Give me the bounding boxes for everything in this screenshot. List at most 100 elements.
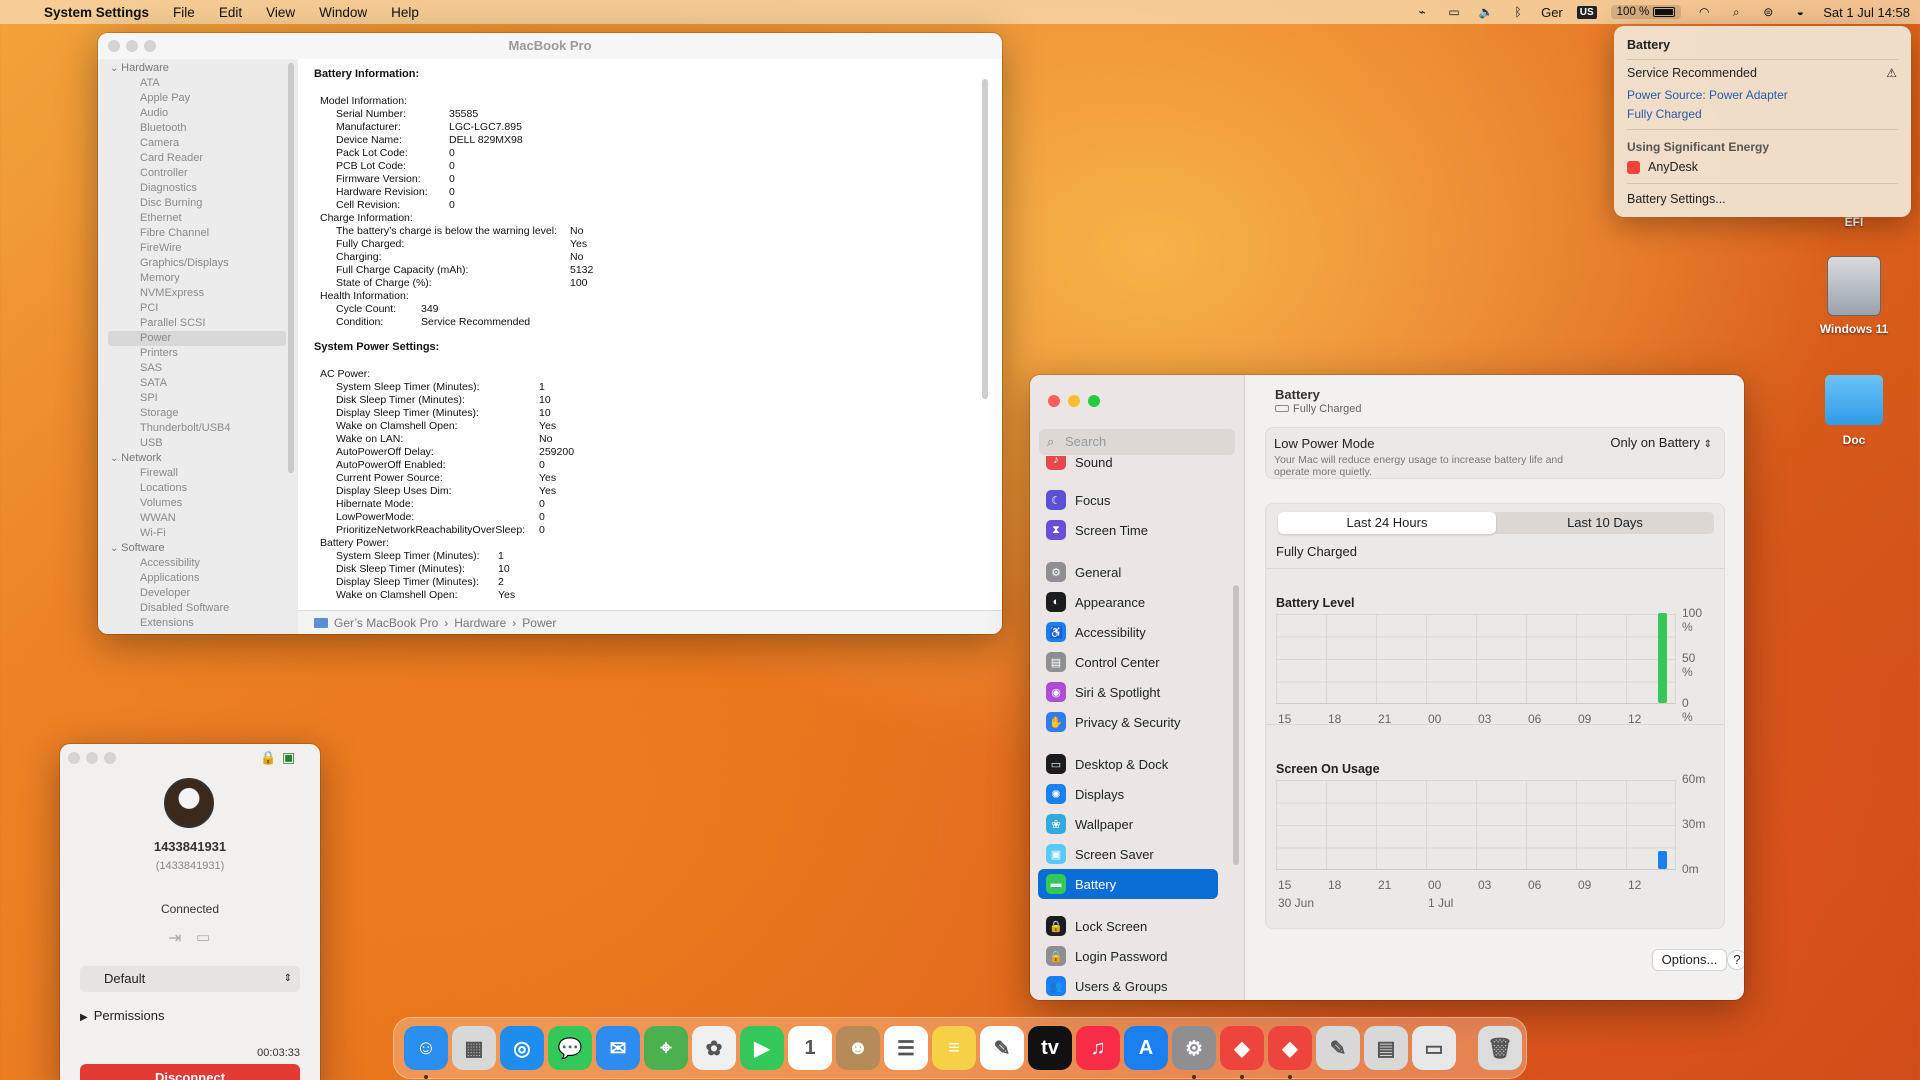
disclosure-chevron-icon[interactable]: ⌄: [110, 63, 121, 74]
energy-app-item[interactable]: AnyDesk: [1627, 160, 1698, 174]
volume-icon[interactable]: 🔈: [1477, 5, 1495, 19]
sidebar-item-control-center[interactable]: ▤ Control Center: [1038, 647, 1218, 677]
menu-edit[interactable]: Edit: [207, 5, 254, 20]
dock-launchpad-icon[interactable]: ▦: [452, 1026, 496, 1070]
sidebar-item[interactable]: SATA: [98, 376, 298, 391]
sidebar-item[interactable]: Disabled Software: [98, 601, 298, 616]
sidebar-item-login-password[interactable]: 🔒 Login Password: [1038, 941, 1218, 971]
zoom-button[interactable]: [104, 752, 116, 764]
sidebar-item-screen-saver[interactable]: ▣ Screen Saver: [1038, 839, 1218, 869]
sidebar-item[interactable]: Printers: [98, 346, 298, 361]
sidebar-scrollbar[interactable]: [288, 63, 294, 473]
sidebar-item[interactable]: Parallel SCSI: [98, 316, 298, 331]
dock-notes-icon[interactable]: ≡: [932, 1026, 976, 1070]
close-button[interactable]: [68, 752, 80, 764]
sidebar-item[interactable]: WWAN: [98, 511, 298, 526]
sidebar-item[interactable]: Extensions: [98, 616, 298, 631]
dock-automator-icon[interactable]: ▤: [1364, 1026, 1408, 1070]
menu-window[interactable]: Window: [307, 5, 379, 20]
sidebar-item[interactable]: Diagnostics: [98, 181, 298, 196]
battery-menu[interactable]: 100 %: [1610, 5, 1682, 19]
sidebar-item-siri-spotlight[interactable]: ◉ Siri & Spotlight: [1038, 677, 1218, 707]
chat-icon[interactable]: ▭: [196, 928, 210, 946]
options-button[interactable]: Options...: [1652, 949, 1727, 971]
sidebar-item[interactable]: Developer: [98, 586, 298, 601]
bluetooth-icon[interactable]: ᛒ: [1509, 5, 1527, 19]
help-button[interactable]: ?: [1727, 950, 1744, 970]
sidebar-item[interactable]: Disc Burning: [98, 196, 298, 211]
dock-system-settings-icon[interactable]: ⚙: [1172, 1026, 1216, 1070]
sidebar-item[interactable]: FireWire: [98, 241, 298, 256]
spotlight-icon[interactable]: ⌕: [1727, 5, 1745, 19]
sidebar-item[interactable]: Audio: [98, 106, 298, 121]
sidebar-item[interactable]: ATA: [98, 76, 298, 91]
dock-maps-icon[interactable]: ⌖: [644, 1026, 688, 1070]
tab-last-24-hours[interactable]: Last 24 Hours: [1278, 512, 1496, 534]
low-power-select[interactable]: Only on Battery ⇕: [1610, 435, 1712, 450]
sidebar-item[interactable]: SAS: [98, 361, 298, 376]
sidebar-item[interactable]: Graphics/Displays: [98, 256, 298, 271]
sidebar-item-wallpaper[interactable]: ❀ Wallpaper: [1038, 809, 1218, 839]
tab-last-10-days[interactable]: Last 10 Days: [1496, 512, 1714, 534]
menu-file[interactable]: File: [161, 5, 207, 20]
sidebar-scrollbar[interactable]: [1233, 585, 1239, 865]
close-button[interactable]: [1048, 395, 1060, 407]
sidebar-item-accessibility[interactable]: ♿ Accessibility: [1038, 617, 1218, 647]
dock-reminders-icon[interactable]: ☰: [884, 1026, 928, 1070]
sidebar-item-displays[interactable]: ✺ Displays: [1038, 779, 1218, 809]
menu-clock[interactable]: Sat 1 Jul 14:58: [1823, 5, 1910, 20]
dock-preview-icon[interactable]: ▭: [1412, 1026, 1456, 1070]
sidebar-item[interactable]: Thunderbolt/USB4: [98, 421, 298, 436]
dock-contacts-icon[interactable]: ☻: [836, 1026, 880, 1070]
dock-photos-icon[interactable]: ✿: [692, 1026, 736, 1070]
keyboard-layout-badge[interactable]: US: [1576, 5, 1597, 19]
minimize-button[interactable]: [1068, 395, 1080, 407]
sidebar-item[interactable]: NVMExpress: [98, 286, 298, 301]
sidebar-item[interactable]: Locations: [98, 481, 298, 496]
sidebar-group[interactable]: ⌄ Software: [98, 541, 298, 556]
sidebar-group[interactable]: ⌄ Network: [98, 451, 298, 466]
sidebar-item-appearance[interactable]: ◐ Appearance: [1038, 587, 1218, 617]
menu-help[interactable]: Help: [379, 5, 431, 20]
sidebar-item[interactable]: Storage: [98, 406, 298, 421]
sidebar-item[interactable]: Bluetooth: [98, 121, 298, 136]
input-language[interactable]: Ger: [1541, 5, 1563, 20]
sidebar-item[interactable]: Wi-Fi: [98, 526, 298, 541]
sidebar-item[interactable]: SPI: [98, 391, 298, 406]
zoom-button[interactable]: [144, 40, 156, 52]
sidebar-item-desktop-dock[interactable]: ▭ Desktop & Dock: [1038, 749, 1218, 779]
sidebar-item-general[interactable]: ⚙ General: [1038, 557, 1218, 587]
desktop-icon-windows-11[interactable]: Windows 11: [1809, 256, 1899, 336]
sidebar-item-battery[interactable]: ▬ Battery: [1038, 869, 1218, 899]
notification-icon[interactable]: ◒: [1791, 5, 1809, 19]
file-transfer-icon[interactable]: ⇥: [168, 928, 181, 948]
disconnect-button[interactable]: Disconnect: [80, 1064, 300, 1080]
dock-freeform-icon[interactable]: ✎: [980, 1026, 1024, 1070]
sidebar-item-focus[interactable]: ☾ Focus: [1038, 485, 1218, 515]
sidebar-item-lock-screen[interactable]: 🔒 Lock Screen: [1038, 911, 1218, 941]
sidebar-item[interactable]: Memory: [98, 271, 298, 286]
minimize-button[interactable]: [86, 752, 98, 764]
zoom-button[interactable]: [1088, 395, 1100, 407]
dock-trash-icon[interactable]: 🗑: [1478, 1026, 1522, 1070]
detail-scrollbar[interactable]: [982, 79, 988, 399]
disclosure-chevron-icon[interactable]: ⌄: [110, 453, 121, 464]
sidebar-item[interactable]: Controller: [98, 166, 298, 181]
sidebar-item-privacy-security[interactable]: ✋ Privacy & Security: [1038, 707, 1218, 737]
sidebar-item[interactable]: Volumes: [98, 496, 298, 511]
dock-script-editor-icon[interactable]: ✎: [1316, 1026, 1360, 1070]
dock-music-icon[interactable]: ♫: [1076, 1026, 1120, 1070]
sidebar-item-sound[interactable]: ♪ Sound: [1038, 456, 1218, 470]
desktop-icon-doc[interactable]: Doc: [1809, 375, 1899, 447]
sidebar-item[interactable]: Card Reader: [98, 151, 298, 166]
sidebar-item[interactable]: Firewall: [98, 466, 298, 481]
permissions-disclosure[interactable]: ▶ Permissions: [80, 1008, 165, 1023]
sidebar-item[interactable]: PCI: [98, 301, 298, 316]
display-icon[interactable]: ▭: [1445, 5, 1463, 19]
search-input[interactable]: ⌕ Search: [1039, 429, 1235, 455]
dock-messages-icon[interactable]: 💬: [548, 1026, 592, 1070]
dock-anydesk-icon[interactable]: ◆: [1220, 1026, 1264, 1070]
activity-monitor-icon[interactable]: ⌁: [1413, 5, 1431, 19]
menu-app-name[interactable]: System Settings: [32, 5, 161, 20]
sidebar-item[interactable]: Apple Pay: [98, 91, 298, 106]
